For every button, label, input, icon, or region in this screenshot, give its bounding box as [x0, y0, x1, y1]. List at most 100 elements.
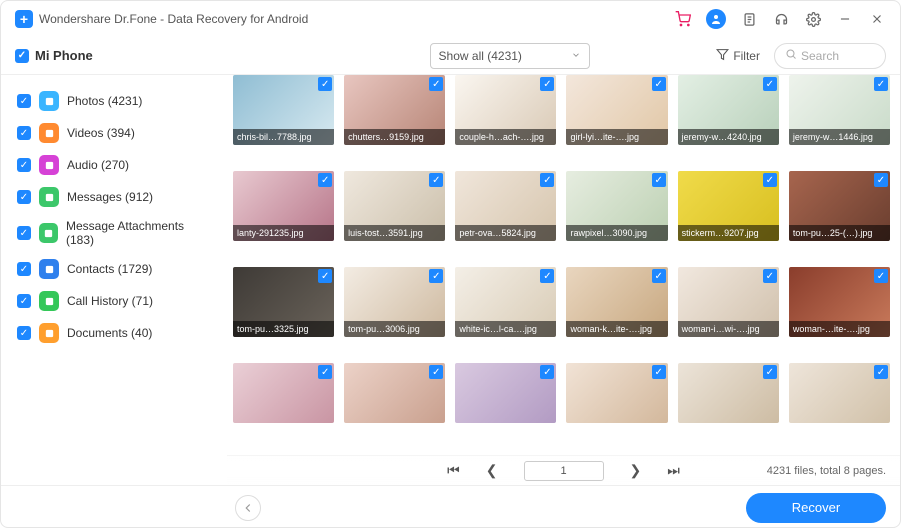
thumbnail[interactable]: ✓ girl-lyi…ite-….jpg: [566, 75, 667, 161]
sidebar-item[interactable]: ✓ Audio (270): [13, 149, 215, 181]
thumbnail-checkbox[interactable]: ✓: [874, 365, 888, 379]
thumbnail-checkbox[interactable]: ✓: [318, 173, 332, 187]
thumbnail-checkbox[interactable]: ✓: [652, 365, 666, 379]
thumbnail[interactable]: ✓ woman-i…wi-….jpg: [678, 267, 779, 353]
thumbnail[interactable]: ✓: [678, 363, 779, 423]
thumbnail-checkbox[interactable]: ✓: [763, 269, 777, 283]
thumbnail-caption: couple-h…ach-….jpg: [455, 129, 556, 145]
thumbnail[interactable]: ✓: [344, 363, 445, 423]
user-avatar-icon[interactable]: [706, 9, 726, 29]
thumbnail-checkbox[interactable]: ✓: [874, 269, 888, 283]
sidebar-item-label: Videos (394): [67, 126, 135, 140]
filter-label: Filter: [733, 49, 760, 63]
dropdown-label: Show all (4231): [439, 49, 522, 63]
sidebar-item[interactable]: ✓ Contacts (1729): [13, 253, 215, 285]
titlebar: + Wondershare Dr.Fone - Data Recovery fo…: [1, 1, 900, 37]
check-icon: ✓: [17, 326, 31, 340]
search-icon: [785, 48, 797, 63]
sidebar-item[interactable]: ✓ Photos (4231): [13, 85, 215, 117]
sidebar-item[interactable]: ✓ Documents (40): [13, 317, 215, 349]
thumbnail-image: ✓ rawpixel…3090.jpg: [566, 171, 667, 241]
thumbnail[interactable]: ✓ couple-h…ach-….jpg: [455, 75, 556, 161]
thumbnail-checkbox[interactable]: ✓: [874, 77, 888, 91]
sidebar-item[interactable]: ✓ Messages (912): [13, 181, 215, 213]
thumbnail-checkbox[interactable]: ✓: [763, 365, 777, 379]
thumbnail-checkbox[interactable]: ✓: [652, 173, 666, 187]
thumbnail-checkbox[interactable]: ✓: [763, 77, 777, 91]
next-page-icon[interactable]: ❯: [630, 462, 642, 479]
thumbnail[interactable]: ✓ tom-pu…25-(…).jpg: [789, 171, 890, 257]
headset-icon[interactable]: [772, 10, 790, 28]
check-icon: ✓: [17, 262, 31, 276]
search-input[interactable]: Search: [774, 43, 886, 69]
thumbnail[interactable]: ✓ tom-pu…3006.jpg: [344, 267, 445, 353]
thumbnail-caption: luis-tost…3591.jpg: [344, 225, 445, 241]
back-button[interactable]: [235, 495, 261, 521]
thumbnail-image: ✓ girl-lyi…ite-….jpg: [566, 75, 667, 145]
thumbnail-checkbox[interactable]: ✓: [540, 173, 554, 187]
sidebar: ✓ Photos (4231)✓ Videos (394)✓ Audio (27…: [1, 75, 227, 485]
last-page-icon[interactable]: ⏭: [667, 462, 680, 479]
thumbnail[interactable]: ✓ woman-k…ite-….jpg: [566, 267, 667, 353]
sidebar-item[interactable]: ✓ Videos (394): [13, 117, 215, 149]
thumbnail[interactable]: ✓ rawpixel…3090.jpg: [566, 171, 667, 257]
sidebar-item-label: Audio (270): [67, 158, 129, 172]
category-icon: [39, 223, 58, 243]
sidebar-item[interactable]: ✓ Message Attachments (183): [13, 213, 215, 253]
thumbnail-checkbox[interactable]: ✓: [540, 365, 554, 379]
thumbnail[interactable]: ✓ tom-pu…3325.jpg: [233, 267, 334, 353]
thumbnail-checkbox[interactable]: ✓: [763, 173, 777, 187]
minimize-icon[interactable]: [836, 10, 854, 28]
sidebar-item[interactable]: ✓ Call History (71): [13, 285, 215, 317]
thumbnail-checkbox[interactable]: ✓: [318, 77, 332, 91]
thumbnail-checkbox[interactable]: ✓: [429, 365, 443, 379]
thumbnail-checkbox[interactable]: ✓: [540, 269, 554, 283]
settings-icon[interactable]: [804, 10, 822, 28]
thumbnail-checkbox[interactable]: ✓: [429, 269, 443, 283]
thumbnail[interactable]: ✓ stickerm…9207.jpg: [678, 171, 779, 257]
clipboard-icon[interactable]: [740, 10, 758, 28]
close-icon[interactable]: [868, 10, 886, 28]
thumbnail-image: ✓ chutters…9159.jpg: [344, 75, 445, 145]
thumbnail[interactable]: ✓ woman-…ite-….jpg: [789, 267, 890, 353]
first-page-icon[interactable]: ⏮: [447, 462, 460, 479]
thumbnail[interactable]: ✓ lanty-291235.jpg: [233, 171, 334, 257]
thumbnail[interactable]: ✓ jeremy-w…1446.jpg: [789, 75, 890, 161]
thumbnail[interactable]: ✓ chutters…9159.jpg: [344, 75, 445, 161]
check-icon: ✓: [17, 94, 31, 108]
thumbnail-checkbox[interactable]: ✓: [652, 77, 666, 91]
thumbnail-caption: tom-pu…25-(…).jpg: [789, 225, 890, 241]
thumbnail[interactable]: ✓ white-ic…l-ca….jpg: [455, 267, 556, 353]
thumbnail[interactable]: ✓: [789, 363, 890, 423]
titlebar-left: + Wondershare Dr.Fone - Data Recovery fo…: [15, 10, 308, 28]
thumbnail-caption: tom-pu…3006.jpg: [344, 321, 445, 337]
thumbnail[interactable]: ✓ luis-tost…3591.jpg: [344, 171, 445, 257]
thumbnail-checkbox[interactable]: ✓: [540, 77, 554, 91]
thumbnail-checkbox[interactable]: ✓: [318, 269, 332, 283]
page-input[interactable]: 1: [524, 461, 604, 481]
recover-button[interactable]: Recover: [746, 493, 886, 523]
thumbnail[interactable]: ✓: [233, 363, 334, 423]
grid-wrap: ✓ chris-bil…7788.jpg ✓ chutters…9159.jpg…: [227, 75, 900, 455]
thumbnail[interactable]: ✓ chris-bil…7788.jpg: [233, 75, 334, 161]
filter-button[interactable]: Filter: [716, 48, 760, 64]
thumbnail[interactable]: ✓: [566, 363, 667, 423]
thumbnail-image: ✓ tom-pu…25-(…).jpg: [789, 171, 890, 241]
thumbnail-checkbox[interactable]: ✓: [318, 365, 332, 379]
thumbnail-checkbox[interactable]: ✓: [429, 173, 443, 187]
thumbnail[interactable]: ✓: [455, 363, 556, 423]
thumbnail-checkbox[interactable]: ✓: [429, 77, 443, 91]
thumbnail-image: ✓ white-ic…l-ca….jpg: [455, 267, 556, 337]
prev-page-icon[interactable]: ❮: [486, 462, 498, 479]
thumbnail[interactable]: ✓ jeremy-w…4240.jpg: [678, 75, 779, 161]
device-selector[interactable]: ✓ Mi Phone: [15, 48, 93, 63]
thumbnail-image: ✓: [455, 363, 556, 423]
thumbnail-checkbox[interactable]: ✓: [652, 269, 666, 283]
thumbnail-checkbox[interactable]: ✓: [874, 173, 888, 187]
cart-icon[interactable]: [674, 10, 692, 28]
thumbnail-caption: white-ic…l-ca….jpg: [455, 321, 556, 337]
thumbnail[interactable]: ✓ petr-ova…5824.jpg: [455, 171, 556, 257]
footer: Recover: [1, 485, 900, 529]
main: ✓ Photos (4231)✓ Videos (394)✓ Audio (27…: [1, 75, 900, 485]
show-all-dropdown[interactable]: Show all (4231): [430, 43, 590, 69]
